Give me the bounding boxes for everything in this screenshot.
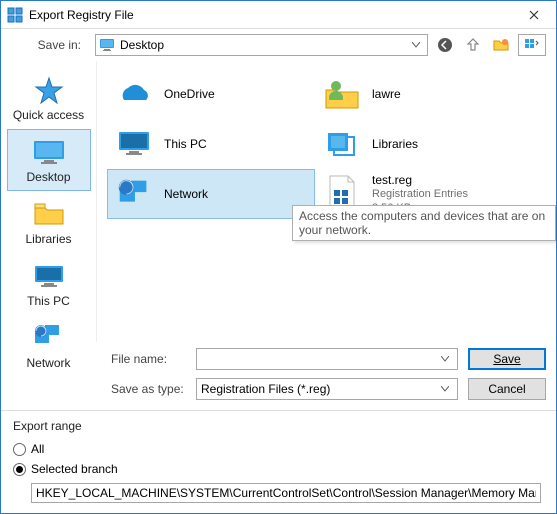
save-button[interactable]: Save: [468, 348, 546, 370]
back-button[interactable]: [434, 34, 456, 56]
item-type: Registration Entries: [372, 187, 468, 201]
file-list[interactable]: OneDrive lawre This PC: [97, 61, 556, 342]
regedit-icon: [7, 7, 23, 23]
item-onedrive[interactable]: OneDrive: [107, 69, 315, 119]
item-user-lawre[interactable]: lawre: [315, 69, 523, 119]
chevron-down-icon: [437, 356, 453, 362]
savein-row: Save in: Desktop: [1, 29, 556, 61]
window-title: Export Registry File: [29, 8, 512, 22]
pc-icon: [114, 124, 154, 164]
export-range-label: Export range: [13, 419, 546, 433]
tooltip: Access the computers and devices that ar…: [292, 205, 556, 241]
export-registry-dialog: Export Registry File Save in: Desktop: [0, 0, 557, 514]
item-label: lawre: [372, 87, 401, 101]
item-label: This PC: [164, 137, 207, 151]
onedrive-icon: [114, 74, 154, 114]
chevron-down-icon: [437, 386, 453, 392]
item-network[interactable]: Network: [107, 169, 315, 219]
item-libraries[interactable]: Libraries: [315, 119, 523, 169]
item-label: OneDrive: [164, 87, 215, 101]
star-icon: [31, 74, 67, 106]
libraries-icon: [31, 198, 67, 230]
item-label: test.reg: [372, 173, 468, 187]
libraries-icon: [322, 124, 362, 164]
pc-icon: [31, 260, 67, 292]
desktop-icon: [99, 37, 115, 53]
titlebar: Export Registry File: [1, 1, 556, 29]
up-button[interactable]: [462, 34, 484, 56]
view-menu-button[interactable]: [518, 34, 546, 56]
savein-combo[interactable]: Desktop: [95, 34, 428, 56]
saveastype-label: Save as type:: [1, 382, 186, 396]
user-folder-icon: [322, 74, 362, 114]
filename-input[interactable]: [196, 348, 458, 370]
cancel-button[interactable]: Cancel: [468, 378, 546, 400]
middle-area: Quick access Desktop Libraries This PC: [1, 61, 556, 342]
radio-selected-row[interactable]: Selected branch: [13, 459, 546, 479]
saveastype-value: Registration Files (*.reg): [201, 382, 437, 396]
sidebar-item-this-pc[interactable]: This PC: [7, 253, 91, 315]
item-label: Libraries: [372, 137, 418, 151]
item-label: Network: [164, 187, 208, 201]
savein-label: Save in:: [1, 38, 89, 52]
saveastype-combo[interactable]: Registration Files (*.reg): [196, 378, 458, 400]
filename-label: File name:: [1, 352, 186, 366]
sidebar-item-label: Libraries: [25, 232, 71, 246]
close-button[interactable]: [512, 1, 556, 29]
sidebar-item-quick-access[interactable]: Quick access: [7, 67, 91, 129]
item-this-pc[interactable]: This PC: [107, 119, 315, 169]
filename-area: File name: Save Save as type: Registrati…: [1, 342, 556, 410]
radio-all-row[interactable]: All: [13, 439, 546, 459]
places-bar: Quick access Desktop Libraries This PC: [1, 61, 97, 342]
sidebar-item-label: Quick access: [13, 108, 84, 122]
radio-selected-branch[interactable]: [13, 463, 26, 476]
sidebar-item-label: This PC: [27, 294, 70, 308]
radio-all-label: All: [31, 442, 44, 456]
radio-all[interactable]: [13, 443, 26, 456]
savein-value: Desktop: [120, 38, 408, 52]
chevron-down-icon: [408, 36, 424, 54]
new-folder-button[interactable]: [490, 34, 512, 56]
sidebar-item-libraries[interactable]: Libraries: [7, 191, 91, 253]
sidebar-item-desktop[interactable]: Desktop: [7, 129, 91, 191]
export-range-group: Export range All Selected branch: [1, 410, 556, 513]
desktop-icon: [31, 136, 67, 168]
branch-path-input[interactable]: [31, 483, 541, 503]
network-icon: [114, 174, 154, 214]
sidebar-item-label: Desktop: [26, 170, 70, 184]
radio-selected-label: Selected branch: [31, 462, 118, 476]
